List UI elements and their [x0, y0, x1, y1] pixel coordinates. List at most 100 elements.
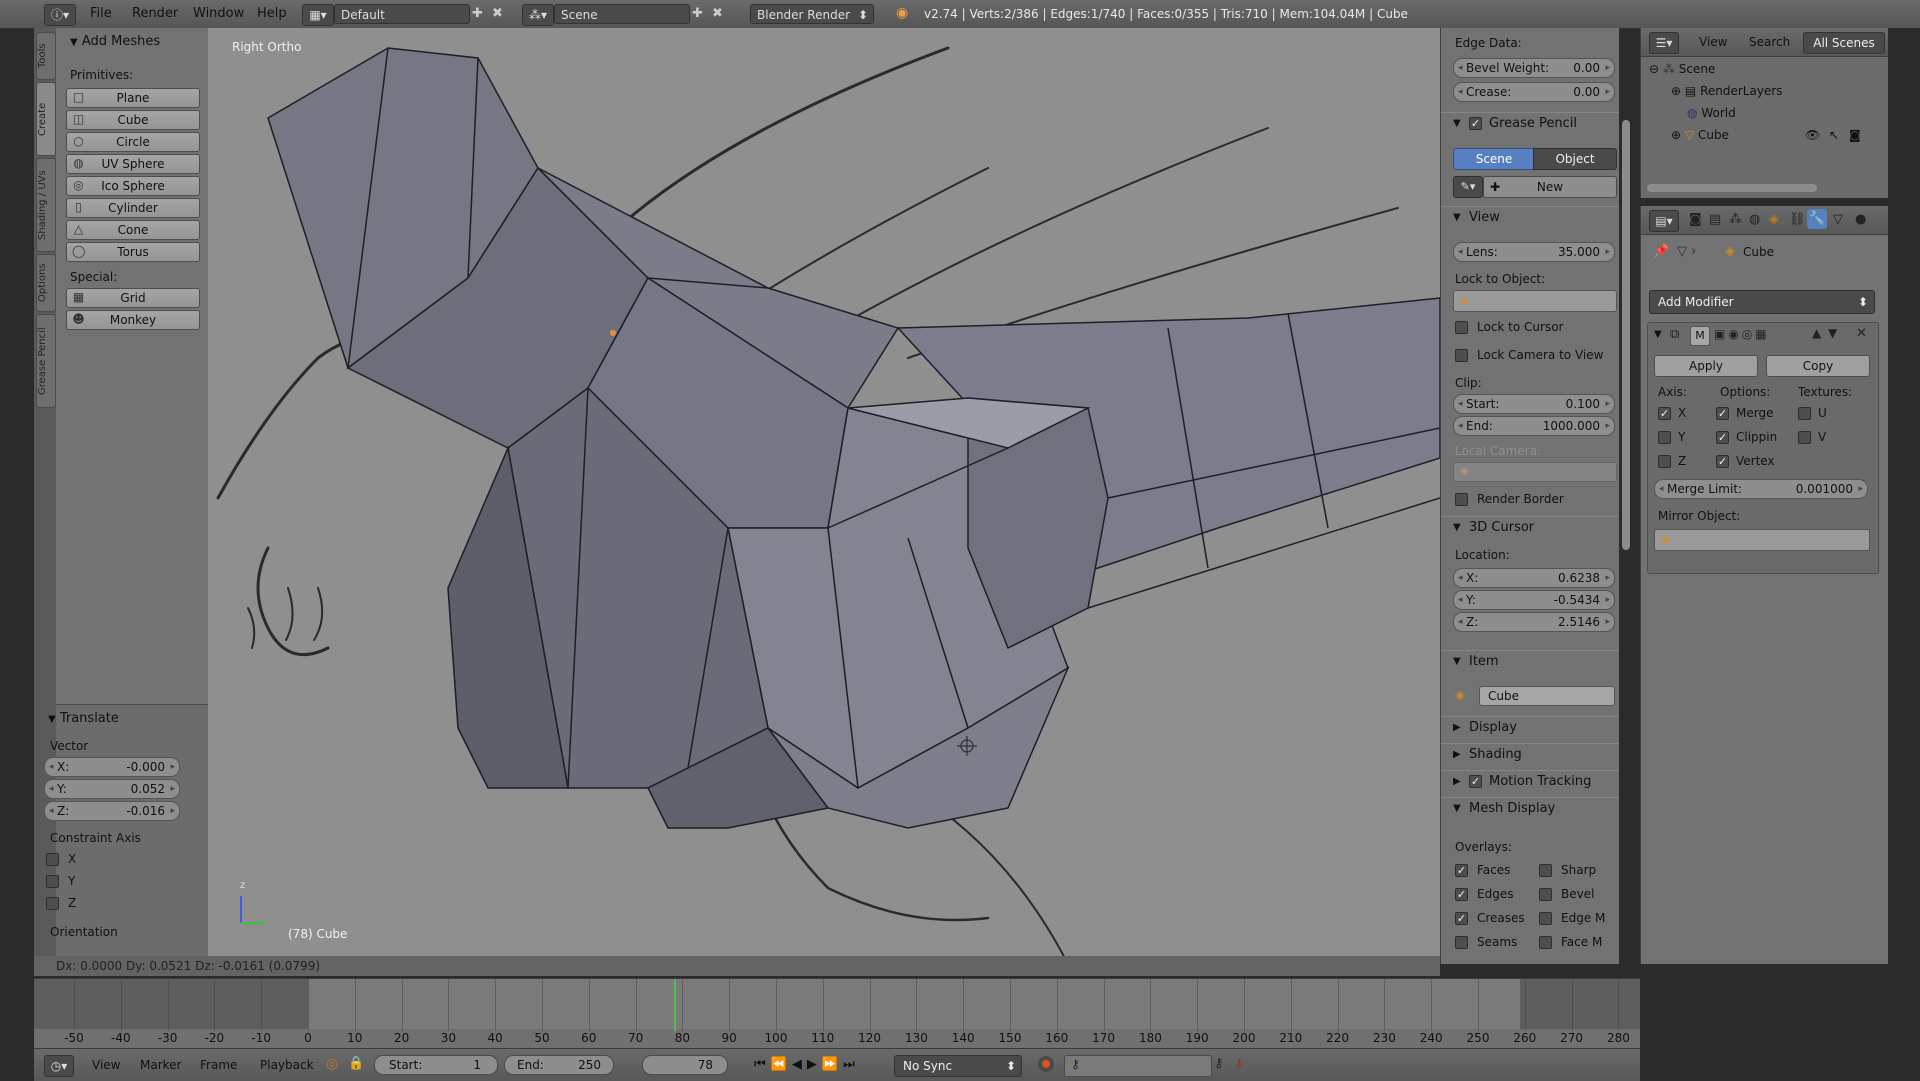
- prev-keyframe-icon[interactable]: ⏪: [771, 1057, 792, 1072]
- play-icon[interactable]: ▶: [807, 1057, 822, 1072]
- translate-x-field[interactable]: ◂ X: -0.000 ▸: [44, 757, 180, 777]
- axis-z-checkbox[interactable]: [1658, 455, 1671, 468]
- timeline-menu-view[interactable]: View: [92, 1058, 120, 1072]
- render-border-checkbox[interactable]: [1455, 493, 1468, 506]
- lock-to-cursor-checkbox[interactable]: [1455, 321, 1468, 334]
- increment-arrow-icon[interactable]: ▸: [1605, 395, 1610, 413]
- menu-file[interactable]: File: [90, 6, 112, 21]
- play-reverse-icon[interactable]: ◀: [792, 1057, 807, 1072]
- increment-arrow-icon[interactable]: ▸: [1605, 613, 1610, 631]
- add-plane-button[interactable]: □ Plane: [66, 88, 200, 108]
- start-frame-field[interactable]: Start: 1: [374, 1055, 498, 1075]
- visibility-eye-icon[interactable]: 👁: [1805, 128, 1820, 142]
- gp-brush-icon[interactable]: ✎▾: [1453, 176, 1483, 198]
- constraint-x-checkbox[interactable]: [46, 853, 59, 866]
- decrement-arrow-icon[interactable]: ◂: [49, 802, 54, 820]
- decrement-arrow-icon[interactable]: ◂: [1458, 417, 1463, 435]
- timeline-menu-playback[interactable]: Playback: [260, 1058, 314, 1072]
- timeline[interactable]: -50 -40 -30 -20 -10 0 10 20 30 40 50 60 70 80 90 100 110…: [34, 978, 1640, 1049]
- add-torus-button[interactable]: ◯ Torus: [66, 242, 200, 262]
- decrement-arrow-icon[interactable]: ◂: [1458, 395, 1463, 413]
- lock-camera-checkbox[interactable]: [1455, 349, 1468, 362]
- add-monkey-button[interactable]: ☻ Monkey: [66, 310, 200, 330]
- increment-arrow-icon[interactable]: ▸: [1605, 59, 1610, 77]
- editor-type-info-icon[interactable]: ⓘ▾: [44, 4, 76, 26]
- outliner-menu-view[interactable]: View: [1699, 35, 1727, 49]
- jump-start-icon[interactable]: ⏮: [754, 1057, 771, 1072]
- increment-arrow-icon[interactable]: ▸: [1605, 569, 1610, 587]
- overlay-edge-m-checkbox[interactable]: [1539, 912, 1552, 925]
- modifier-visibility-icons[interactable]: ▣◉◎▦: [1714, 327, 1770, 341]
- scene-field[interactable]: Scene: [554, 4, 690, 24]
- npanel-scrollbar[interactable]: [1622, 120, 1630, 550]
- context-constraints-icon[interactable]: ⛓: [1789, 212, 1806, 227]
- screen-layout-field[interactable]: Default: [334, 4, 470, 24]
- decrement-arrow-icon[interactable]: ◂: [1458, 243, 1463, 261]
- crease-field[interactable]: ◂ Crease: 0.00 ▸: [1453, 82, 1615, 102]
- collapse-triangle-icon[interactable]: ▼: [1654, 329, 1662, 340]
- decrement-arrow-icon[interactable]: ◂: [1458, 83, 1463, 101]
- timeline-menu-marker[interactable]: Marker: [140, 1058, 181, 1072]
- overlay-bevel-checkbox[interactable]: [1539, 888, 1552, 901]
- decrement-arrow-icon[interactable]: ◂: [1458, 59, 1463, 77]
- add-circle-button[interactable]: ○ Circle: [66, 132, 200, 152]
- add-scene-icon[interactable]: ✚: [692, 6, 703, 21]
- cursor-x-field[interactable]: ◂ X: 0.6238 ▸: [1453, 568, 1615, 588]
- vertex-groups-checkbox[interactable]: ✓: [1716, 455, 1729, 468]
- decrement-arrow-icon[interactable]: ◂: [1458, 569, 1463, 587]
- bevel-weight-field[interactable]: ◂ Bevel Weight: 0.00 ▸: [1453, 58, 1615, 78]
- decrement-arrow-icon[interactable]: ◂: [1659, 480, 1664, 498]
- timeline-editor-icon[interactable]: ◷▾: [44, 1055, 74, 1077]
- add-cylinder-button[interactable]: ▯ Cylinder: [66, 198, 200, 218]
- decrement-arrow-icon[interactable]: ◂: [1458, 591, 1463, 609]
- sync-mode-dropdown[interactable]: No Sync ⬍: [894, 1055, 1022, 1077]
- context-layers-icon[interactable]: ▤: [1709, 212, 1721, 227]
- increment-arrow-icon[interactable]: ▸: [170, 780, 175, 798]
- add-modifier-dropdown[interactable]: Add Modifier ⬍: [1649, 290, 1875, 314]
- current-frame-line[interactable]: [674, 979, 676, 1031]
- gp-new-button[interactable]: ✚ New: [1483, 176, 1617, 198]
- outliner-scrollbar[interactable]: [1647, 184, 1817, 192]
- outliner-menu-search[interactable]: Search: [1749, 35, 1790, 49]
- lens-field[interactable]: ◂ Lens: 35.000 ▸: [1453, 242, 1615, 262]
- keying-field[interactable]: ⚷: [1064, 1055, 1212, 1077]
- 3d-viewport[interactable]: Right Ortho z (78) Cube: [208, 28, 1440, 964]
- context-object-icon[interactable]: ◈: [1769, 212, 1779, 227]
- render-engine-dropdown[interactable]: Blender Render ⬍: [750, 4, 874, 24]
- display-header[interactable]: ▶ Display: [1441, 716, 1619, 739]
- context-data-icon[interactable]: ▽: [1833, 212, 1843, 227]
- menu-help[interactable]: Help: [257, 6, 287, 21]
- context-material-icon[interactable]: ●: [1855, 212, 1866, 227]
- insert-keyframe-icon[interactable]: ⚷: [1214, 1056, 1224, 1071]
- copy-button[interactable]: Copy: [1766, 355, 1870, 377]
- clip-end-field[interactable]: ◂ End: 1000.000 ▸: [1453, 416, 1615, 436]
- jump-end-icon[interactable]: ⏭: [843, 1057, 860, 1072]
- timeline-menu-frame[interactable]: Frame: [200, 1058, 237, 1072]
- current-frame-field[interactable]: 78: [642, 1055, 728, 1075]
- increment-arrow-icon[interactable]: ▸: [1605, 243, 1610, 261]
- next-keyframe-icon[interactable]: ⏩: [822, 1057, 843, 1072]
- overlay-creases-checkbox[interactable]: ✓: [1455, 912, 1468, 925]
- overlay-face-m-checkbox[interactable]: [1539, 936, 1552, 949]
- add-uv-sphere-button[interactable]: ◍ UV Sphere: [66, 154, 200, 174]
- pin-icon[interactable]: 📌: [1653, 244, 1669, 259]
- decrement-arrow-icon[interactable]: ◂: [1458, 613, 1463, 631]
- decrement-arrow-icon[interactable]: ◂: [49, 758, 54, 776]
- move-down-icon[interactable]: ▼: [1828, 326, 1837, 340]
- merge-limit-field[interactable]: ◂ Merge Limit: 0.001000 ▸: [1654, 479, 1868, 499]
- viewport-canvas[interactable]: [208, 28, 1440, 964]
- tab-options[interactable]: Options: [36, 254, 56, 312]
- keying-set-icon[interactable]: ◎: [326, 1056, 338, 1072]
- shading-header[interactable]: ▶ Shading: [1441, 743, 1619, 766]
- context-render-icon[interactable]: ◙: [1689, 212, 1702, 227]
- overlay-seams-checkbox[interactable]: [1455, 936, 1468, 949]
- increment-arrow-icon[interactable]: ▸: [1858, 480, 1863, 498]
- add-meshes-header[interactable]: ▼ Add Meshes: [70, 34, 160, 49]
- outliner-display-mode-dropdown[interactable]: All Scenes: [1803, 32, 1885, 54]
- lock-object-field[interactable]: ◈: [1453, 290, 1617, 312]
- translate-header[interactable]: ▼ Translate: [48, 711, 119, 726]
- texture-v-checkbox[interactable]: [1798, 431, 1811, 444]
- merge-checkbox[interactable]: ✓: [1716, 407, 1729, 420]
- grease-pencil-header[interactable]: ▼ ✓ Grease Pencil: [1441, 112, 1619, 135]
- cursor-z-field[interactable]: ◂ Z: 2.5146 ▸: [1453, 612, 1615, 632]
